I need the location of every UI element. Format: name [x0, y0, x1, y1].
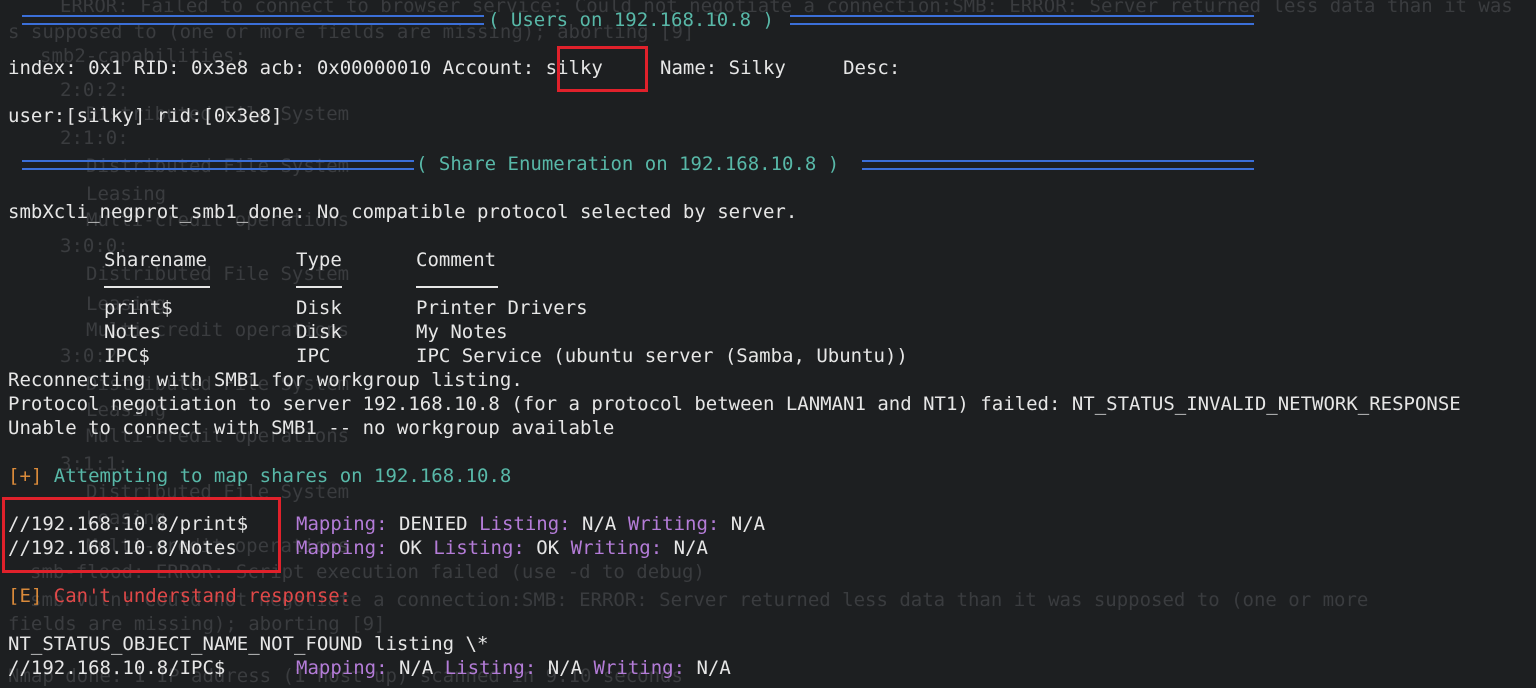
col-header-comment: Comment	[416, 249, 497, 271]
listing-label: Listing:	[479, 513, 571, 535]
writing-label: Writing:	[570, 537, 663, 559]
user-desc-label: Desc:	[843, 57, 901, 79]
header-separator-left	[22, 160, 414, 170]
listing-value: N/A	[547, 657, 583, 679]
mapping-row: //192.168.10.8/IPC$	[8, 656, 225, 680]
share-type: Disk	[296, 321, 342, 343]
share-path: //192.168.10.8/IPC$	[8, 657, 226, 679]
paths-highlight-box	[2, 497, 281, 573]
error-text: Can't understand response:	[42, 585, 352, 607]
writing-value: N/A	[696, 657, 731, 679]
share-section-header: ( Share Enumeration on 192.168.10.8 )	[416, 153, 840, 175]
header-underline	[416, 286, 498, 288]
share-comment: Printer Drivers	[416, 297, 588, 319]
terminal-window: { "background_ghost": [ "ERROR: Failed t…	[0, 0, 1536, 687]
share-name: Notes	[104, 321, 162, 343]
mapping-status: Mapping: N/A Listing: N/A Writing: N/A	[296, 656, 731, 680]
col-header-sharename: Sharename	[104, 249, 207, 271]
account-highlight-box	[557, 46, 648, 92]
attempt-text: Attempting to map shares on 192.168.10.8	[42, 465, 512, 487]
attempt-line: [+] Attempting to map shares on 192.168.…	[8, 464, 511, 488]
user-entry-prefix: index: 0x1 RID: 0x3e8 acb: 0x00000010 Ac…	[8, 57, 546, 79]
share-type: IPC	[296, 345, 331, 367]
users-section-header: ( Users on 192.168.10.8 )	[488, 9, 774, 31]
mapping-label: Mapping:	[296, 513, 388, 535]
mapping-status: Mapping: DENIED Listing: N/A Writing: N/…	[296, 512, 765, 536]
ghost-line: 2:1:0:	[60, 127, 129, 149]
mapping-label: Mapping:	[296, 537, 388, 559]
col-header-type: Type	[296, 249, 342, 271]
share-name: print$	[104, 297, 173, 319]
header-separator-left	[22, 15, 484, 25]
ghost-line: 2:0:2:	[60, 79, 129, 101]
share-comment: My Notes	[416, 321, 508, 343]
listing-label: Listing:	[433, 537, 525, 559]
unable-line: Unable to connect with SMB1 -- no workgr…	[8, 417, 615, 439]
listing-value: N/A	[582, 513, 617, 535]
share-comment: IPC Service (ubuntu server (Samba, Ubunt…	[416, 345, 908, 367]
share-name: IPC$	[104, 345, 150, 367]
writing-label: Writing:	[593, 657, 686, 679]
not-found-line: NT_STATUS_OBJECT_NAME_NOT_FOUND listing …	[8, 633, 489, 655]
protocol-negotiation-line: Protocol negotiation to server 192.168.1…	[8, 393, 1461, 415]
share-type: Disk	[296, 297, 342, 319]
header-separator-right	[862, 160, 1254, 170]
mapping-value: OK	[398, 537, 422, 559]
info-tag: [+]	[8, 465, 43, 487]
user-name-label: Name: Silky	[660, 57, 786, 79]
negprot-line: smbXcli_negprot_smb1_done: No compatible…	[8, 201, 798, 223]
user-entry-line: index: 0x1 RID: 0x3e8 acb: 0x00000010 Ac…	[8, 56, 900, 80]
error-line: [E] Can't understand response:	[8, 584, 351, 608]
mapping-value: N/A	[398, 657, 434, 679]
writing-label: Writing:	[627, 513, 720, 535]
reconnect-line: Reconnecting with SMB1 for workgroup lis…	[8, 369, 523, 391]
listing-label: Listing:	[444, 657, 537, 679]
mapping-status: Mapping: OK Listing: OK Writing: N/A	[296, 536, 708, 560]
mapping-label: Mapping:	[296, 657, 388, 679]
header-separator-right	[790, 15, 1254, 25]
writing-value: N/A	[673, 537, 708, 559]
user-rid-line: user:[silky] rid:[0x3e8]	[8, 105, 283, 127]
mapping-value: DENIED	[398, 513, 468, 535]
error-tag: [E]	[8, 585, 43, 607]
header-underline	[296, 286, 342, 288]
writing-value: N/A	[730, 513, 766, 535]
listing-value: OK	[536, 537, 560, 559]
header-underline	[104, 286, 210, 288]
